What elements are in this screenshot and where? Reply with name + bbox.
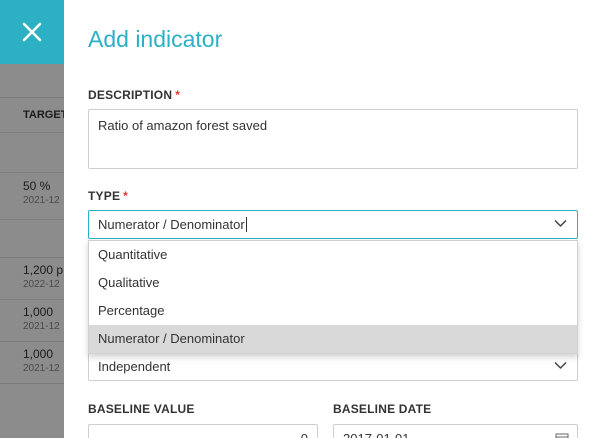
baseline-value-label: BASELINE VALUE <box>88 402 195 416</box>
baseline-value-text: 0 <box>300 430 308 438</box>
baseline-date-text: 2017-01-01 <box>343 430 410 438</box>
type-option-percentage[interactable]: Percentage <box>89 297 577 325</box>
baseline-date-input[interactable]: 2017-01-01 <box>333 424 578 438</box>
panel-title: Add indicator <box>88 26 223 52</box>
chevron-down-icon <box>554 219 567 228</box>
type-dropdown-list: Quantitative Qualitative Percentage Nume… <box>88 240 578 354</box>
baseline-value-input[interactable]: 0 <box>88 424 318 438</box>
dependency-select-value: Independent <box>98 359 171 374</box>
close-button[interactable] <box>0 0 64 64</box>
dependency-select[interactable]: Independent <box>88 352 578 381</box>
type-option-qualitative[interactable]: Qualitative <box>89 269 577 297</box>
text-caret <box>245 217 247 232</box>
type-option-numerator-denominator[interactable]: Numerator / Denominator <box>89 325 577 353</box>
type-label: TYPE * <box>88 189 128 203</box>
baseline-date-label: BASELINE DATE <box>333 402 432 416</box>
description-textarea[interactable]: Ratio of amazon forest saved <box>88 109 578 169</box>
chevron-down-icon <box>554 361 567 370</box>
type-select[interactable]: Numerator / Denominator <box>88 210 578 239</box>
type-label-text: TYPE <box>88 189 121 203</box>
description-label-text: DESCRIPTION <box>88 88 173 102</box>
type-option-quantitative[interactable]: Quantitative <box>89 241 577 269</box>
calendar-icon[interactable] <box>555 432 569 438</box>
close-icon <box>22 22 42 42</box>
description-label: DESCRIPTION * <box>88 88 180 102</box>
required-mark: * <box>123 189 129 203</box>
type-select-value: Numerator / Denominator <box>98 217 245 232</box>
add-indicator-panel: Add indicator DESCRIPTION * Ratio of amaz… <box>64 0 595 438</box>
description-value: Ratio of amazon forest saved <box>98 118 268 133</box>
required-mark: * <box>175 88 181 102</box>
